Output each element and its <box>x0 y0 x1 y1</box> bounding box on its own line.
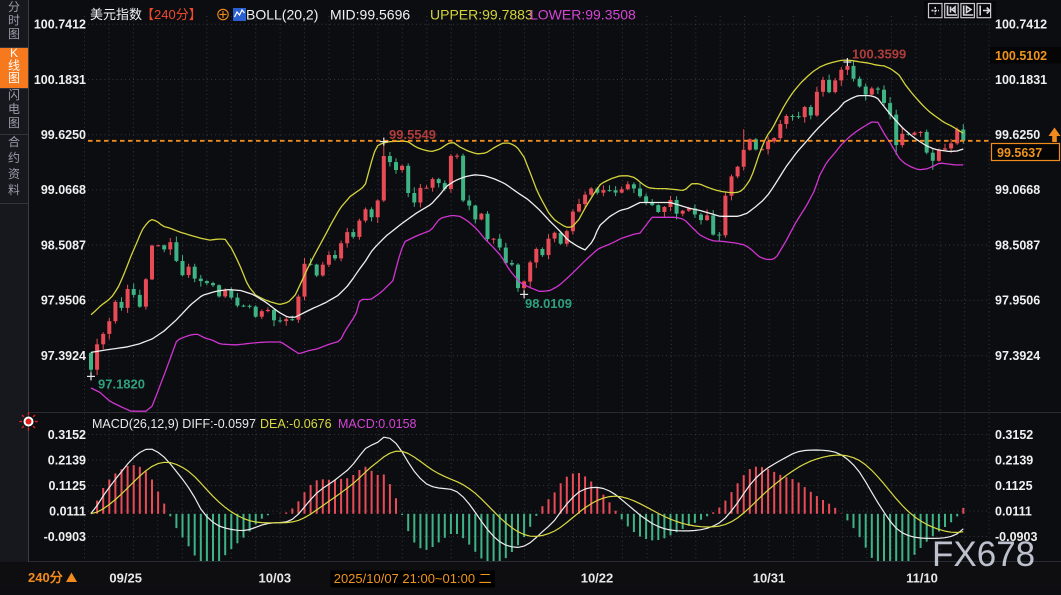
svg-text:100.3599: 100.3599 <box>852 47 906 62</box>
svg-text:约: 约 <box>8 150 20 165</box>
svg-text:BOLL(20,2): BOLL(20,2) <box>246 7 318 23</box>
svg-text:0.0111: 0.0111 <box>995 504 1032 518</box>
svg-text:UPPER:99.7883: UPPER:99.7883 <box>430 7 533 23</box>
svg-text:100.7412: 100.7412 <box>34 18 86 32</box>
svg-text:0.2139: 0.2139 <box>48 453 86 467</box>
svg-text:10/31: 10/31 <box>753 571 786 586</box>
svg-text:分: 分 <box>8 0 20 14</box>
svg-text:98.0109: 98.0109 <box>525 296 572 311</box>
svg-text:97.3924: 97.3924 <box>995 349 1040 363</box>
svg-text:97.1820: 97.1820 <box>98 377 145 392</box>
svg-text:240分: 240分 <box>28 570 63 585</box>
svg-text:97.9506: 97.9506 <box>995 294 1040 308</box>
svg-text:99.0668: 99.0668 <box>995 183 1040 197</box>
svg-text:99.6250: 99.6250 <box>995 128 1040 142</box>
svg-text:100.1831: 100.1831 <box>34 73 86 87</box>
svg-text:99.5549: 99.5549 <box>389 127 436 142</box>
svg-text:10/22: 10/22 <box>581 571 614 586</box>
svg-text:100.5102: 100.5102 <box>995 49 1047 63</box>
svg-text:FX678: FX678 <box>932 535 1035 574</box>
svg-text:99.5637: 99.5637 <box>997 146 1042 160</box>
svg-text:0.1125: 0.1125 <box>48 479 86 493</box>
svg-text:DEA:-0.0676: DEA:-0.0676 <box>260 417 332 431</box>
svg-text:图: 图 <box>8 116 20 130</box>
svg-text:【240分】: 【240分】 <box>141 7 202 22</box>
svg-text:97.3924: 97.3924 <box>41 349 86 363</box>
svg-text:10/03: 10/03 <box>259 571 292 586</box>
svg-text:资: 资 <box>8 167 20 181</box>
svg-text:100.1831: 100.1831 <box>995 73 1047 87</box>
svg-text:99.0668: 99.0668 <box>41 183 86 197</box>
svg-text:99.6250: 99.6250 <box>41 128 86 142</box>
svg-text:料: 料 <box>8 183 20 197</box>
svg-text:MACD:0.0158: MACD:0.0158 <box>338 417 417 431</box>
svg-text:MACD(26,12,9) DIFF:-0.0597: MACD(26,12,9) DIFF:-0.0597 <box>92 417 256 431</box>
svg-text:MID:99.5696: MID:99.5696 <box>330 7 410 23</box>
svg-text:0.2139: 0.2139 <box>995 453 1033 467</box>
svg-text:图: 图 <box>8 27 20 41</box>
svg-text:98.5087: 98.5087 <box>41 238 86 252</box>
svg-text:0.3152: 0.3152 <box>995 428 1033 442</box>
svg-text:0.3152: 0.3152 <box>48 428 86 442</box>
svg-text:合: 合 <box>8 134 20 149</box>
svg-text:97.9506: 97.9506 <box>41 294 86 308</box>
svg-text:LOWER:99.3508: LOWER:99.3508 <box>530 7 636 23</box>
svg-text:图: 图 <box>8 71 20 85</box>
svg-text:电: 电 <box>8 102 20 116</box>
svg-text:0.1125: 0.1125 <box>995 479 1033 493</box>
svg-text:09/25: 09/25 <box>109 571 142 586</box>
svg-text:闪: 闪 <box>8 88 20 102</box>
svg-text:美元指数: 美元指数 <box>90 7 142 22</box>
svg-text:-0.0903: -0.0903 <box>44 530 86 544</box>
svg-text:98.5087: 98.5087 <box>995 238 1040 252</box>
svg-text:时: 时 <box>8 14 20 28</box>
svg-text:0.0111: 0.0111 <box>49 504 86 518</box>
svg-text:2025/10/07 21:00~01:00 二: 2025/10/07 21:00~01:00 二 <box>334 571 492 586</box>
svg-text:100.7412: 100.7412 <box>995 18 1047 32</box>
